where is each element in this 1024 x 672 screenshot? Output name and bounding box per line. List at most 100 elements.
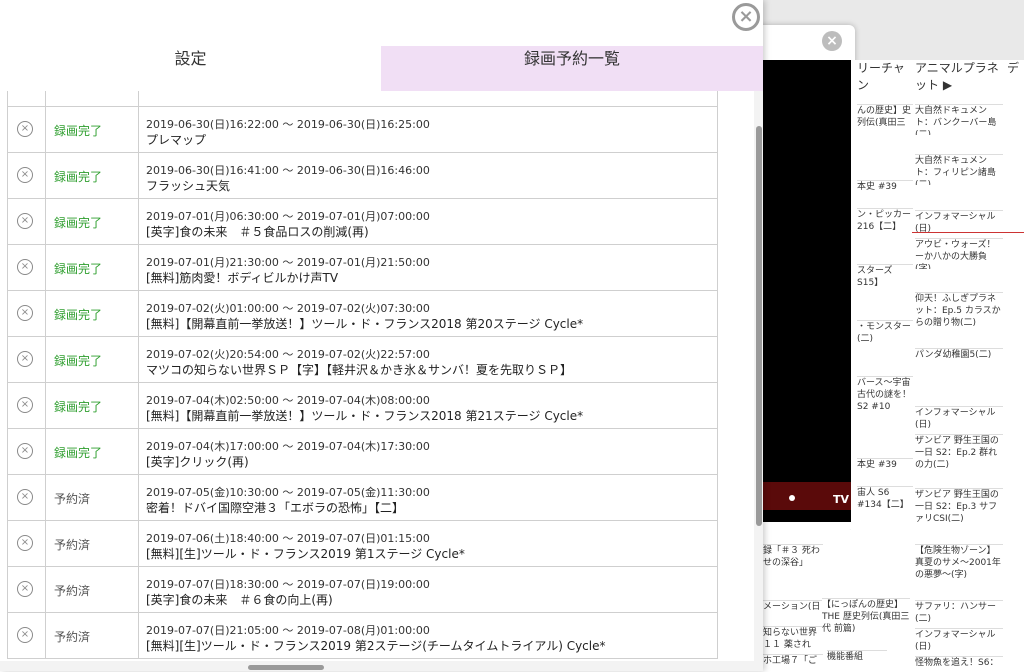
channel-header[interactable]: アニマルプラネット ▶	[915, 60, 1007, 104]
delete-icon[interactable]: ×	[17, 213, 33, 229]
status-cell: 予約済	[46, 475, 139, 520]
header-cell	[46, 91, 139, 106]
program-title: [英字]食の未来 ＃６食の向上(再)	[146, 593, 333, 607]
status-cell: 録画完了	[46, 199, 139, 244]
delete-icon[interactable]: ×	[17, 397, 33, 413]
delete-icon[interactable]: ×	[17, 305, 33, 321]
program-cell[interactable]: ザンビア 野生王国の一日 S2：Ep.2 群れの力(二)	[915, 434, 1003, 477]
modal-tabs: 設定 録画予約一覧	[0, 46, 763, 91]
status-cell: 予約済	[46, 521, 139, 566]
horizontal-scrollbar[interactable]	[0, 661, 763, 671]
program-cell[interactable]: ザンビア 野生王国の一日 S2：Ep.3 サファリCSI(二)	[915, 488, 1003, 531]
status-label: 予約済	[54, 538, 91, 552]
delete-cell: ×	[8, 337, 46, 382]
table-row[interactable]: × 予約済 2019-07-05(金)10:30:00 ～ 2019-07-05(金…	[8, 475, 717, 521]
status-cell: 録画完了	[46, 245, 139, 290]
delete-cell: ×	[8, 567, 46, 612]
program-cell: 2019-07-02(火)01:00:00 ～ 2019-07-02(火)07:…	[139, 291, 717, 336]
program-title: [無料][生]ツール・ド・フランス2019 第1ステージ Cycle*	[146, 547, 465, 561]
video-dot	[789, 495, 795, 501]
program-title: フラッシュ天気	[146, 179, 231, 193]
program-cell[interactable]: 【危険生物ゾーン】真夏のサメ〜2001年の悪夢〜(字)	[915, 544, 1003, 589]
tab-reservation-list[interactable]: 録画予約一覧	[381, 46, 763, 91]
delete-icon[interactable]: ×	[17, 259, 33, 275]
program-cell[interactable]: 大自然ドキュメント：バンクーバー島(二)	[915, 104, 1003, 135]
table-row[interactable]: × 録画完了 2019-07-02(火)20:54:00 ～ 2019-07-02(…	[8, 337, 717, 383]
video-close-icon[interactable]: ×	[822, 31, 842, 51]
program-cell[interactable]: ホ工場７「ご	[763, 654, 823, 665]
delete-icon[interactable]: ×	[17, 167, 33, 183]
program-cell[interactable]: 本史 #39	[857, 180, 913, 207]
delete-icon[interactable]: ×	[17, 535, 33, 551]
delete-cell: ×	[8, 429, 46, 474]
program-cell[interactable]: んの歴史】史列伝(真田三	[857, 104, 913, 135]
reservation-scroll-area[interactable]: × 録画完了 2019-06-30(日)16:22:00 ～ 2019-06-30(…	[0, 91, 763, 661]
program-title: [無料]【開幕直前一挙放送！】ツール・ド・フランス2018 第20ステージ Cy…	[146, 317, 584, 331]
program-time: 2019-07-06(土)18:40:00 ～ 2019-07-07(日)01:…	[146, 532, 430, 545]
delete-icon[interactable]: ×	[17, 627, 33, 643]
program-title: [無料][生]ツール・ド・フランス2019 第2ステージ(チームタイムトライアル…	[146, 639, 606, 653]
program-cell[interactable]: インフォマーシャル(日)	[915, 406, 1003, 433]
program-cell[interactable]: スターズ S15】	[857, 264, 913, 295]
channel-header[interactable]: リーチャン	[857, 60, 915, 104]
table-row[interactable]: × 録画完了 2019-07-01(月)06:30:00 ～ 2019-07-01(…	[8, 199, 717, 245]
program-cell[interactable]: 宙人 S6 #134【二】	[857, 486, 913, 517]
modal-close-icon[interactable]: ×	[732, 3, 760, 31]
program-cell: 2019-06-30(日)16:41:00 ～ 2019-06-30(日)16:…	[139, 153, 717, 198]
program-time: 2019-07-02(火)20:54:00 ～ 2019-07-02(火)22:…	[146, 348, 430, 361]
table-row[interactable]: × 録画完了 2019-07-04(木)02:50:00 ～ 2019-07-04(…	[8, 383, 717, 429]
program-title: [無料]【開幕直前一挙放送！】ツール・ド・フランス2018 第21ステージ Cy…	[146, 409, 584, 423]
status-label: 録画完了	[54, 400, 103, 414]
program-cell: 2019-07-01(月)06:30:00 ～ 2019-07-01(月)07:…	[139, 199, 717, 244]
program-cell[interactable]: 知らない世界１１ 薬され	[763, 626, 823, 653]
program-cell: 2019-07-04(木)17:00:00 ～ 2019-07-04(木)17:…	[139, 429, 717, 474]
status-cell: 録画完了	[46, 383, 139, 428]
vertical-scroll-thumb[interactable]	[756, 126, 762, 526]
tab-settings[interactable]: 設定	[0, 46, 381, 91]
video-player[interactable]: TV	[763, 60, 851, 522]
table-row[interactable]: × 録画完了 2019-06-30(日)16:22:00 ～ 2019-06-30(…	[8, 107, 717, 153]
program-cell[interactable]: ・モンスター(二)	[857, 320, 913, 351]
delete-icon[interactable]: ×	[17, 351, 33, 367]
table-row[interactable]: × 予約済 2019-07-07(日)18:30:00 ～ 2019-07-07(日…	[8, 567, 717, 613]
table-row[interactable]: × 予約済 2019-07-06(土)18:40:00 ～ 2019-07-07(日…	[8, 521, 717, 567]
program-cell[interactable]: 怪物魚を追え！S6：	[915, 656, 1003, 672]
status-label: 予約済	[54, 492, 91, 506]
epg-grid: リーチャン アニマルプラネット ▶ デ んの歴史】史列伝(真田三 本史 #39 …	[851, 60, 1024, 672]
program-cell[interactable]: メーション(日	[763, 600, 823, 617]
horizontal-scroll-thumb[interactable]	[248, 665, 324, 670]
program-cell[interactable]: アウビ・ウォーズ！ーか八かの大勝負(字)	[915, 238, 1003, 269]
delete-icon[interactable]: ×	[17, 581, 33, 597]
table-row[interactable]: × 録画完了 2019-06-30(日)16:41:00 ～ 2019-06-30(…	[8, 153, 717, 199]
program-cell[interactable]: インフォマーシャル(日)	[915, 628, 1003, 655]
program-title: [無料]筋肉愛！ボディビルかけ声TV	[146, 271, 339, 285]
program-cell[interactable]: 本史 #39	[857, 458, 913, 483]
program-cell[interactable]: 大自然ドキュメント：フィリピン諸島(二)	[915, 154, 1003, 185]
table-row[interactable]: × 録画完了 2019-07-01(月)21:30:00 ～ 2019-07-01(…	[8, 245, 717, 291]
program-cell[interactable]: 【にっぽんの歴史】THE 歴史列伝(真田三代 前篇)	[822, 598, 910, 639]
delete-icon[interactable]: ×	[17, 489, 33, 505]
program-time: 2019-07-07(日)18:30:00 ～ 2019-07-07(日)19:…	[146, 578, 430, 591]
delete-icon[interactable]: ×	[17, 121, 33, 137]
table-row[interactable]: × 録画完了 2019-07-02(火)01:00:00 ～ 2019-07-02(…	[8, 291, 717, 337]
table-row[interactable]: × 録画完了 2019-07-04(木)17:00:00 ～ 2019-07-04(…	[8, 429, 717, 475]
program-cell[interactable]: ン・ピッカー216【二】	[857, 208, 913, 239]
program-cell[interactable]: 仰天！ふしぎプラネット：Ep.5 カラスからの贈り物(二)	[915, 292, 1003, 337]
status-label: 録画完了	[54, 308, 103, 322]
program-cell[interactable]: 機能番組	[827, 650, 887, 665]
program-title: マツコの知らない世界ＳＰ【字】【軽井沢＆かき氷＆サンバ！夏を先取りＳＰ】	[146, 363, 573, 377]
program-cell[interactable]: サファリ：ハンサー(二)	[915, 600, 1003, 625]
program-cell: 2019-07-01(月)21:30:00 ～ 2019-07-01(月)21:…	[139, 245, 717, 290]
program-cell: 2019-07-07(日)21:05:00 ～ 2019-07-08(月)01:…	[139, 613, 717, 658]
channel-header[interactable]: デ	[1007, 60, 1024, 104]
program-cell: 2019-07-02(火)20:54:00 ～ 2019-07-02(火)22:…	[139, 337, 717, 382]
reservation-modal: 設定 録画予約一覧 × 録画完了 2019-06-30(日)16:22:00 ～ 2…	[0, 0, 763, 671]
delete-icon[interactable]: ×	[17, 443, 33, 459]
program-cell[interactable]: バース〜宇宙古代の謎を！S2 #10	[857, 376, 913, 421]
delete-cell: ×	[8, 245, 46, 290]
video-label: TV	[832, 493, 849, 506]
program-cell: 2019-07-07(日)18:30:00 ～ 2019-07-07(日)19:…	[139, 567, 717, 612]
program-cell[interactable]: 録「＃３ 死わせの深谷」	[763, 544, 823, 573]
table-row[interactable]: × 予約済 2019-07-07(日)21:05:00 ～ 2019-07-08(月…	[8, 613, 717, 659]
program-cell[interactable]: パンダ幼稚園5(二)	[915, 348, 1003, 369]
